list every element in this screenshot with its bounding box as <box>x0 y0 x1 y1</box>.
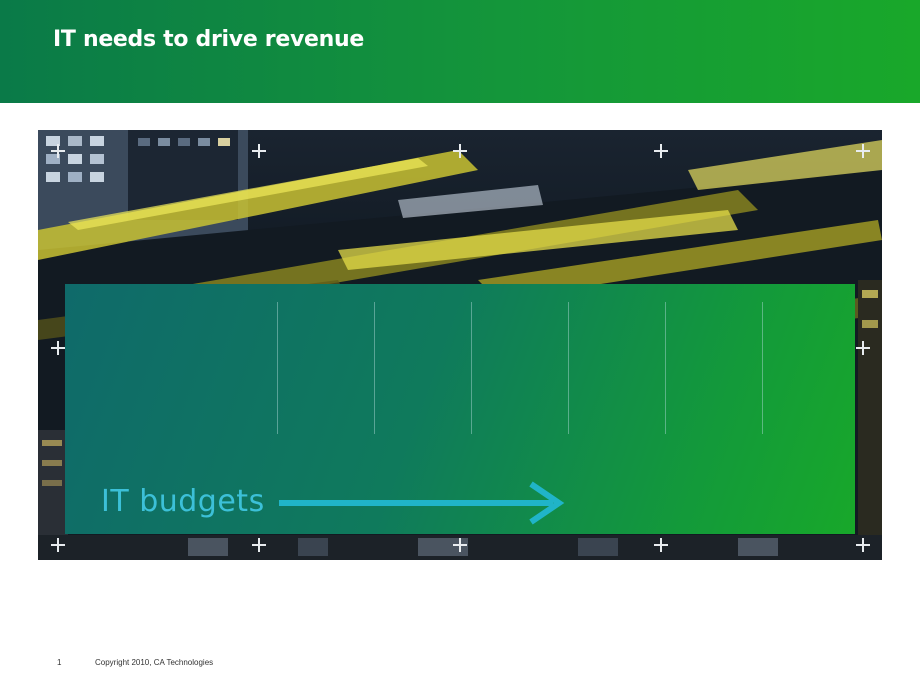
panel-divider <box>277 302 278 434</box>
plus-marker-icon <box>453 538 467 552</box>
slide-title: IT needs to drive revenue <box>53 27 364 52</box>
plus-marker-icon <box>856 144 870 158</box>
panel-divider <box>665 302 666 434</box>
plus-marker-icon <box>654 538 668 552</box>
plus-marker-icon <box>252 538 266 552</box>
right-arrow-icon <box>279 481 565 525</box>
plus-marker-icon <box>51 144 65 158</box>
page-number: 1 <box>57 658 62 667</box>
plus-marker-icon <box>453 144 467 158</box>
it-budgets-label: IT budgets <box>101 484 265 519</box>
plus-marker-icon <box>252 144 266 158</box>
plus-marker-icon <box>51 341 65 355</box>
budget-panel: IT budgets <box>65 284 855 534</box>
panel-divider <box>374 302 375 434</box>
copyright-text: Copyright 2010, CA Technologies <box>95 658 214 667</box>
plus-marker-icon <box>654 144 668 158</box>
slide-header: IT needs to drive revenue <box>0 0 920 103</box>
plus-marker-icon <box>856 341 870 355</box>
panel-divider <box>762 302 763 434</box>
panel-divider <box>471 302 472 434</box>
plus-marker-icon <box>856 538 870 552</box>
panel-divider <box>568 302 569 434</box>
plus-marker-icon <box>51 538 65 552</box>
